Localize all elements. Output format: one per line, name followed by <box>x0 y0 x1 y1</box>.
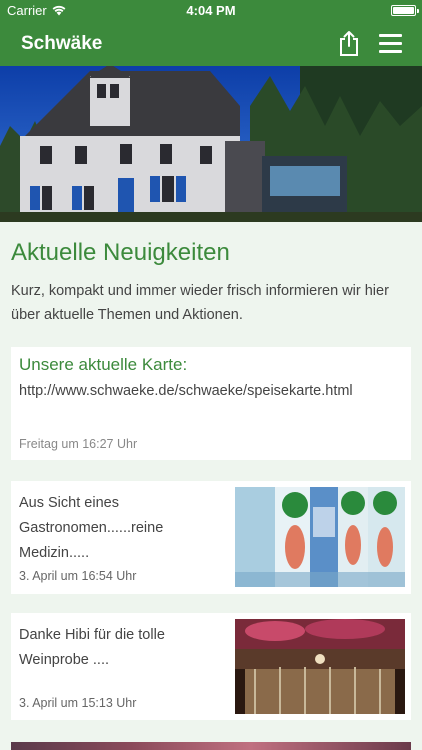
menu-icon[interactable] <box>379 34 402 53</box>
intro-text: Kurz, kompakt und immer wieder frisch in… <box>11 283 389 323</box>
share-icon[interactable] <box>337 30 361 56</box>
battery-icon <box>391 5 419 16</box>
news-thumbnail <box>235 619 405 714</box>
news-card-date: 3. April um 16:54 Uhr <box>19 569 137 583</box>
news-card-text: Aus Sicht eines Gastronomen......reine M… <box>19 495 164 561</box>
news-card[interactable] <box>11 742 411 750</box>
app-title: Schwäke <box>21 33 103 54</box>
news-thumbnail <box>235 487 405 587</box>
news-card[interactable]: Danke Hibi für die tolle Weinprobe .... … <box>11 613 411 720</box>
news-card-date: Freitag um 16:27 Uhr <box>19 437 138 451</box>
status-bar: Carrier 4:04 PM <box>0 0 422 21</box>
nav-bar: Schwäke <box>0 21 422 66</box>
news-card-text: Danke Hibi für die tolle Weinprobe .... <box>19 627 165 668</box>
status-time: 4:04 PM <box>186 3 236 18</box>
page-title: Aktuelle Neuigkeiten <box>11 239 230 266</box>
hero-image <box>0 66 422 222</box>
news-card-title: Unsere aktuelle Karte: <box>19 355 188 374</box>
news-card[interactable]: Aus Sicht eines Gastronomen......reine M… <box>11 481 411 594</box>
news-card-date: 3. April um 15:13 Uhr <box>19 696 137 710</box>
news-card[interactable]: Unsere aktuelle Karte: http://www.schwae… <box>11 347 411 460</box>
news-card-link[interactable]: http://www.schwaeke.de/schwaeke/speiseka… <box>19 383 353 399</box>
